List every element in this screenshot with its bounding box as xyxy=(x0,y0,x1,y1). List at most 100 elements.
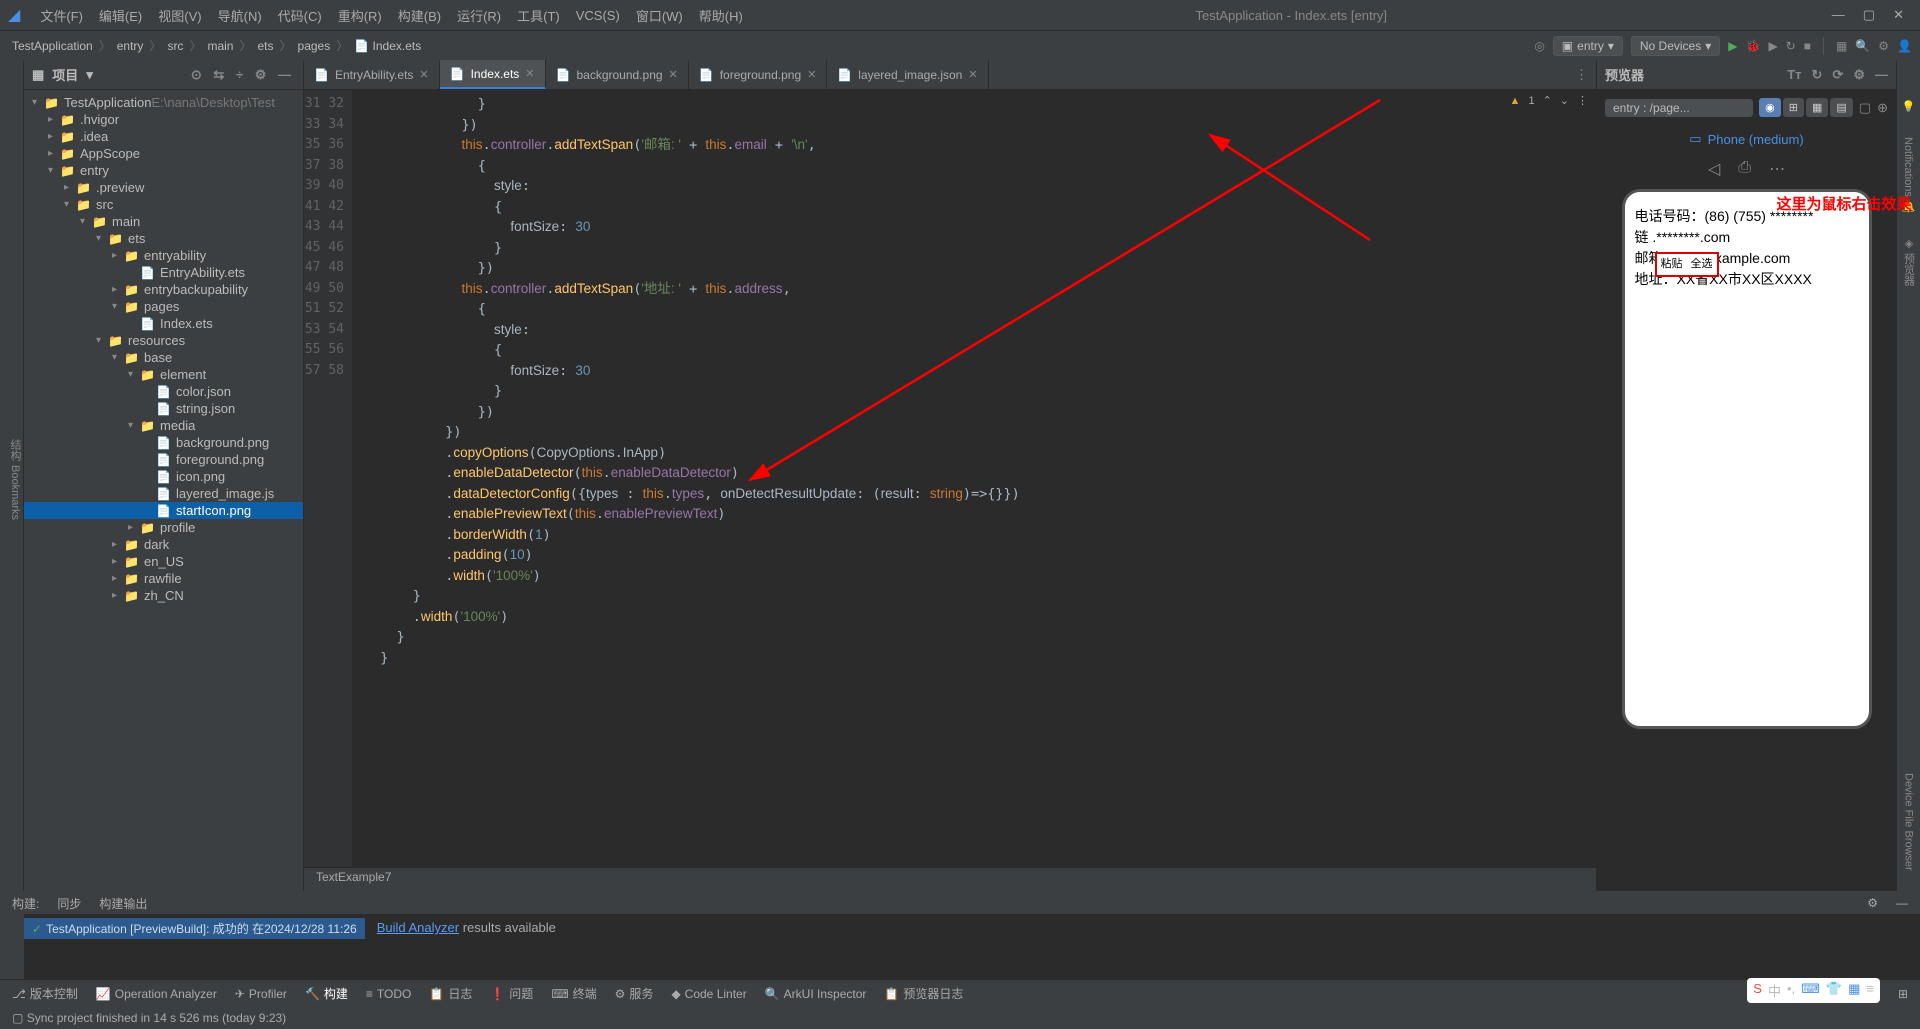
tool-版本控制[interactable]: ⎇版本控制 xyxy=(12,985,78,1002)
tree-node[interactable]: 📄EntryAbility.ets xyxy=(24,264,303,281)
tree-node[interactable]: ▸📁rawfile xyxy=(24,570,303,587)
tree-node[interactable]: 📄foreground.png xyxy=(24,451,303,468)
editor-tab[interactable]: 📄layered_image.json✕ xyxy=(827,60,988,89)
menu-构建(B)[interactable]: 构建(B) xyxy=(390,6,449,25)
tabs-more-icon[interactable]: ⋮ xyxy=(1567,67,1596,83)
editor-tab[interactable]: 📄foreground.png✕ xyxy=(689,60,828,89)
menu-工具(T)[interactable]: 工具(T) xyxy=(509,6,568,25)
tree-node[interactable]: ▸📁zh_CN xyxy=(24,587,303,604)
tool-终端[interactable]: ⌨终端 xyxy=(551,985,596,1002)
tree-node[interactable]: ▸📁en_US xyxy=(24,553,303,570)
expand-icon[interactable]: ⇆ xyxy=(209,67,228,82)
tool-构建[interactable]: 🔨构建 xyxy=(305,985,348,1002)
menu-窗口(W)[interactable]: 窗口(W) xyxy=(628,6,691,25)
breadcrumb-4[interactable]: ets xyxy=(253,39,277,53)
minimize-icon[interactable]: — xyxy=(1832,7,1845,23)
zoom-icon[interactable]: ⊕ xyxy=(1877,100,1888,116)
structure-label[interactable]: 结构 xyxy=(9,439,21,461)
tree-node[interactable]: ▸📁AppScope xyxy=(24,145,303,162)
breadcrumb-2[interactable]: src xyxy=(163,39,187,53)
tool-Profiler[interactable]: ✈Profiler xyxy=(235,987,287,1001)
maximize-icon[interactable]: ▢ xyxy=(1863,7,1875,23)
target-icon[interactable]: ◎ xyxy=(1534,39,1544,53)
preview-settings-icon[interactable]: ⚙ xyxy=(1853,67,1865,83)
editor-tab[interactable]: 📄background.png✕ xyxy=(546,60,689,89)
project-tree[interactable]: ▾📁TestApplication E:\nana\Desktop\Test▸📁… xyxy=(24,90,303,891)
stop-icon[interactable]: ■ xyxy=(1804,39,1811,53)
tree-node[interactable]: ▾📁ets xyxy=(24,230,303,247)
tool-日志[interactable]: 📋日志 xyxy=(429,985,472,1002)
tree-node[interactable]: 📄string.json xyxy=(24,400,303,417)
tree-node[interactable]: 📄Index.ets xyxy=(24,315,303,332)
layout-icon[interactable]: ⊞ xyxy=(1898,987,1908,1001)
run-config-dropdown[interactable]: ▣ entry ▾ xyxy=(1553,36,1623,56)
text-tool-icon[interactable]: Tт xyxy=(1787,67,1801,83)
tree-node[interactable]: ▸📁dark xyxy=(24,536,303,553)
tool-服务[interactable]: ⚙服务 xyxy=(615,985,654,1002)
refresh-preview-icon[interactable]: ↻ xyxy=(1812,67,1823,83)
build-settings-icon[interactable]: ⚙ xyxy=(1867,896,1878,910)
debug-icon[interactable]: 🐞 xyxy=(1745,39,1760,53)
breadcrumb-5[interactable]: pages xyxy=(294,39,335,53)
menu-代码(C)[interactable]: 代码(C) xyxy=(270,6,330,25)
build-result[interactable]: ✓TestApplication [PreviewBuild]: 成功的 在20… xyxy=(24,918,365,939)
search-icon[interactable]: 🔍 xyxy=(1855,39,1870,53)
preview-hide-icon[interactable]: — xyxy=(1875,67,1888,83)
editor-tab[interactable]: 📄Index.ets✕ xyxy=(440,60,546,89)
tree-node[interactable]: 📄icon.png xyxy=(24,468,303,485)
next-problem-icon[interactable]: ⌄ xyxy=(1560,94,1569,107)
run-icon[interactable]: ▶ xyxy=(1728,39,1737,53)
coverage-icon[interactable]: ▶ xyxy=(1768,39,1777,53)
breadcrumb-0[interactable]: TestApplication xyxy=(8,39,97,53)
left-toolbar[interactable]: 结构 Bookmarks xyxy=(0,60,24,891)
tree-node[interactable]: ▾📁media xyxy=(24,417,303,434)
menu-VCS(S)[interactable]: VCS(S) xyxy=(568,8,628,23)
device-browser-label[interactable]: Device File Browser xyxy=(1903,773,1915,871)
tree-node[interactable]: ▾📁element xyxy=(24,366,303,383)
tree-node[interactable]: ▸📁.preview xyxy=(24,179,303,196)
tree-node[interactable]: 📄startIcon.png xyxy=(24,502,303,519)
tool-ArkUI Inspector[interactable]: 🔍ArkUI Inspector xyxy=(765,987,867,1001)
bookmarks-label[interactable]: Bookmarks xyxy=(9,465,21,520)
menu-帮助(H)[interactable]: 帮助(H) xyxy=(691,6,751,25)
tree-node[interactable]: ▾📁src xyxy=(24,196,303,213)
panel-settings-icon[interactable]: ⚙ xyxy=(251,67,271,82)
paste-item[interactable]: 粘贴 xyxy=(1661,256,1683,273)
tool-Code Linter[interactable]: ◆Code Linter xyxy=(671,987,746,1001)
breadcrumb-1[interactable]: entry xyxy=(113,39,148,53)
tree-node[interactable]: ▸📁entrybackupability xyxy=(24,281,303,298)
close-icon[interactable]: ✕ xyxy=(1893,7,1904,23)
tree-node[interactable]: ▾📁main xyxy=(24,213,303,230)
tree-node[interactable]: ▾📁TestApplication E:\nana\Desktop\Test xyxy=(24,94,303,111)
code-breadcrumb[interactable]: TextExample7 xyxy=(304,867,1596,891)
rotate-icon[interactable]: ⟳ xyxy=(1832,67,1843,83)
menu-文件(F)[interactable]: 文件(F) xyxy=(32,6,91,25)
build-hide-icon[interactable]: — xyxy=(1896,896,1908,910)
panel-hide-icon[interactable]: — xyxy=(274,67,295,82)
tree-node[interactable]: ▸📁.hvigor xyxy=(24,111,303,128)
close-tab-icon[interactable]: ✕ xyxy=(807,68,816,81)
context-menu[interactable]: 粘贴 全选 xyxy=(1655,252,1719,277)
editor-tab[interactable]: 📄EntryAbility.ets✕ xyxy=(304,60,440,89)
project-tab-label[interactable]: 项目 xyxy=(52,65,78,84)
menu-导航(N)[interactable]: 导航(N) xyxy=(210,6,270,25)
right-toolbar[interactable]: 💡 Notifications 🔔 ◈ 预览器 Device File Brow… xyxy=(1896,60,1920,891)
ab-icon[interactable]: ⎙ xyxy=(1738,159,1751,179)
close-tab-icon[interactable]: ✕ xyxy=(419,68,428,81)
settings-icon[interactable]: ⚙ xyxy=(1878,39,1889,53)
mode-4-icon[interactable]: ▤ xyxy=(1830,98,1852,117)
menu-视图(V)[interactable]: 视图(V) xyxy=(150,6,209,25)
tree-node[interactable]: 📄background.png xyxy=(24,434,303,451)
tool-问题[interactable]: ❗问题 xyxy=(490,985,533,1002)
select-all-item[interactable]: 全选 xyxy=(1691,256,1713,273)
refresh-icon[interactable]: ↻ xyxy=(1786,39,1796,53)
more-icon[interactable]: ⋮ xyxy=(1577,94,1588,107)
user-icon[interactable]: 👤 xyxy=(1897,39,1912,53)
tool-TODO[interactable]: ≡TODO xyxy=(366,987,411,1001)
tree-node[interactable]: 📄color.json xyxy=(24,383,303,400)
crop-icon[interactable]: ▢ xyxy=(1859,100,1871,116)
build-analyzer-link[interactable]: Build Analyzer xyxy=(377,920,459,935)
tree-node[interactable]: ▸📁.idea xyxy=(24,128,303,145)
device-manager-icon[interactable]: ▦ xyxy=(1836,39,1847,53)
menu-重构(R)[interactable]: 重构(R) xyxy=(330,6,390,25)
